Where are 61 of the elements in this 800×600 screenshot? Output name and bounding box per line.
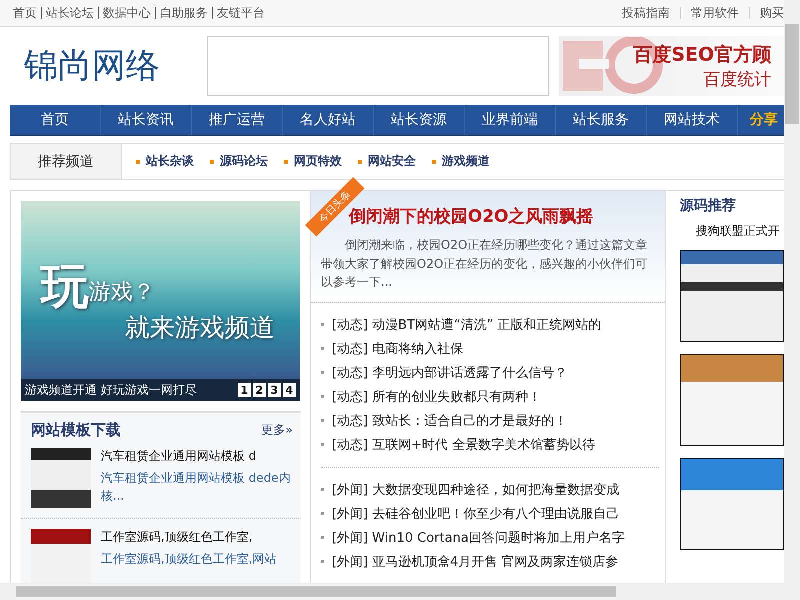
top-link[interactable]: 投稿指南 — [622, 4, 670, 22]
top-link[interactable]: 自助服务 — [160, 4, 208, 22]
nav-tab[interactable]: 首页 — [10, 105, 101, 135]
nav-tab[interactable]: 网站技术 — [647, 105, 738, 135]
news-link[interactable]: [外闻] Win10 Cortana回答问题时将加上用户名字 — [332, 528, 626, 547]
template-description: 工作室源码,顶级红色工作室,网站 — [101, 551, 277, 568]
news-link[interactable]: [外闻] 大数据变现四种途径，如何把海量数据变成 — [332, 480, 620, 499]
template-description: 汽车租赁企业通用网站模板 dede内核... — [101, 470, 292, 505]
template-title[interactable]: 汽车租赁企业通用网站模板 d — [101, 448, 293, 465]
news-link[interactable]: [动态] 所有的创业失败都只有两种！ — [332, 388, 542, 406]
template-thumbnail[interactable] — [31, 448, 91, 508]
section-title: 网站模板下载 — [31, 421, 121, 440]
top-link[interactable]: 常用软件 — [691, 4, 739, 22]
site-logo[interactable]: 锦尚网络 — [10, 43, 196, 89]
featured-link[interactable]: 搜狗联盟正式开 — [696, 223, 800, 240]
news-link[interactable]: [外闻] 亚马逊机顶盒4月开售 官网及两家连锁店参 — [332, 552, 619, 571]
channel-link[interactable]: 游戏频道 — [432, 153, 490, 170]
website-screenshot[interactable] — [680, 250, 784, 342]
nav-tab[interactable]: 站长资源 — [374, 105, 465, 135]
top-link[interactable]: 购买 — [760, 4, 784, 22]
slide-text: 游戏？ — [89, 279, 155, 307]
news-link[interactable]: [动态] 电商将纳入社保 — [332, 340, 464, 358]
website-screenshot[interactable] — [680, 354, 784, 446]
slide-page-button[interactable]: 3 — [268, 383, 281, 397]
website-screenshot[interactable] — [680, 458, 784, 550]
slide-big-char: 玩 — [41, 263, 89, 311]
news-link[interactable]: [动态] 李明远内部讲话透露了什么信号？ — [332, 364, 568, 382]
top-link[interactable]: 站长论坛 — [46, 4, 94, 22]
horizontal-scrollbar[interactable] — [0, 583, 800, 600]
slide-caption: 游戏频道开通 好玩游戏一网打尽 — [25, 382, 197, 398]
ad-banner[interactable]: 百度SEO官方顾 百度统计 — [558, 36, 784, 96]
slide-banner[interactable]: 玩游戏？ 就来游戏频道 游戏频道开通 好玩游戏一网打尽 1 2 3 4 — [21, 201, 300, 401]
headline-summary: 倒闭潮来临，校园O2O正在经历哪些变化？通过这篇文章带领大家了解校园O2O正在经历的变化，感兴趣的小伙伴们可以参考一下... — [321, 237, 649, 292]
nav-tab[interactable]: 名人好站 — [283, 105, 374, 135]
slide-text: 就来游戏频道 — [125, 312, 275, 344]
news-link[interactable]: [外闻] 去硅谷创业吧！你至少有八个理由说服自己 — [332, 504, 620, 523]
top-link[interactable]: 数据中心 — [103, 4, 151, 22]
nav-tab[interactable]: 业界前端 — [465, 105, 556, 135]
top-link[interactable]: 首页 — [13, 4, 37, 22]
template-title[interactable]: 工作室源码,顶级红色工作室, — [101, 529, 277, 546]
channel-link[interactable]: 源码论坛 — [210, 153, 268, 170]
channel-link[interactable]: 网页特效 — [284, 153, 342, 170]
news-link[interactable]: [动态] 动漫BT网站遭“清洗” 正版和正统网站的 — [332, 316, 602, 334]
slide-page-button[interactable]: 1 — [238, 383, 251, 397]
nav-tab[interactable]: 推广运营 — [192, 105, 283, 135]
template-thumbnail[interactable] — [31, 529, 91, 583]
more-link[interactable]: 更多» — [262, 422, 293, 439]
ad-subtitle: 百度统计 — [702, 69, 772, 91]
section-title: 源码推荐 — [680, 197, 737, 215]
nav-tab[interactable]: 站长资讯 — [101, 105, 192, 135]
channel-heading: 推荐频道 — [11, 144, 122, 179]
news-link[interactable]: [动态] 互联网+时代 全景数字美术馆蓄势以待 — [332, 436, 596, 454]
nav-tab[interactable]: 站长服务 — [556, 105, 647, 135]
slide-page-button[interactable]: 4 — [283, 383, 296, 397]
ad-title: 百度SEO官方顾 — [634, 43, 772, 68]
top-link[interactable]: 友链平台 — [217, 4, 265, 22]
news-link[interactable]: [动态] 致站长：适合自己的才是最好的！ — [332, 412, 568, 430]
slide-page-button[interactable]: 2 — [253, 383, 266, 397]
vertical-scrollbar[interactable] — [784, 0, 800, 583]
channel-link[interactable]: 站长杂谈 — [136, 153, 194, 170]
channel-link[interactable]: 网站安全 — [358, 153, 416, 170]
